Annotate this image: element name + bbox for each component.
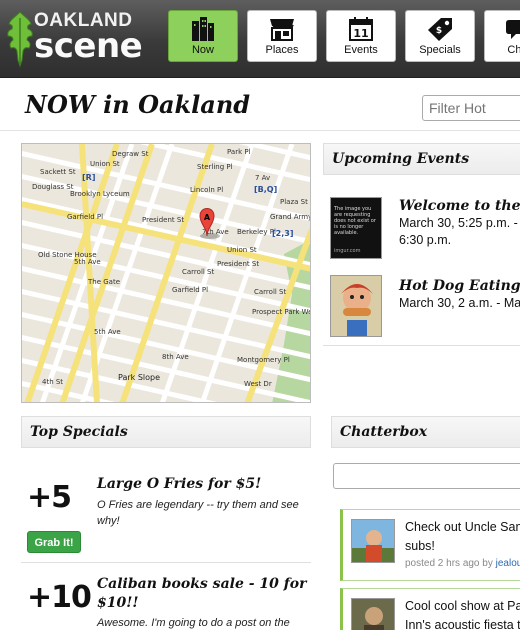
- svg-text:Berkeley Pl: Berkeley Pl: [237, 228, 276, 236]
- event-time: March 30, 5:25 p.m. - 6:30 p.m.: [399, 216, 518, 247]
- svg-text:Park Pl: Park Pl: [227, 148, 251, 156]
- svg-text:President St: President St: [217, 260, 259, 268]
- top-bar: OAKLAND scene Now Places 11 Events $ Spe…: [0, 0, 520, 78]
- calendar-icon: 11: [349, 17, 373, 41]
- nav-now-label: Now: [191, 44, 214, 56]
- nav-now-button[interactable]: Now: [168, 10, 238, 62]
- svg-text:Garfield Pl: Garfield Pl: [67, 213, 103, 221]
- event-item[interactable]: The image you are requesting does not ex…: [323, 190, 520, 265]
- calendar-badge: 11: [353, 27, 368, 40]
- event-thumbnail[interactable]: The image you are requesting does not ex…: [330, 197, 382, 259]
- special-description: O Fries are legendary -- try them and se…: [97, 499, 299, 527]
- svg-text:Union St: Union St: [90, 160, 120, 168]
- nav-chat-label: Chat: [507, 44, 520, 56]
- special-description: Awesome. I'm going to do a post on the: [97, 617, 290, 629]
- svg-text:Plaza St: Plaza St: [280, 198, 308, 206]
- svg-text:Park Slope: Park Slope: [118, 373, 160, 382]
- user-avatar[interactable]: [351, 598, 395, 630]
- brand-logo[interactable]: OAKLAND scene: [4, 6, 154, 70]
- chat-message[interactable]: Check out Uncle Sam subs! posted 2 hrs a…: [340, 509, 520, 581]
- event-time: March 30, 2 a.m. - Ma: [399, 296, 520, 310]
- brand-line2: scene: [34, 26, 143, 66]
- title-divider: [0, 130, 520, 131]
- buildings-icon: [192, 17, 214, 41]
- chatterbox-heading: Chatterbox: [331, 416, 520, 448]
- svg-text:7 Av: 7 Av: [255, 174, 270, 182]
- svg-text:Montgomery Pl: Montgomery Pl: [237, 356, 290, 364]
- grab-it-button[interactable]: Grab It!: [27, 531, 81, 553]
- svg-text:President St: President St: [142, 216, 184, 224]
- nav-chat-button[interactable]: Chat: [484, 10, 520, 62]
- svg-text:4th St: 4th St: [42, 378, 63, 386]
- svg-text:The Gate: The Gate: [87, 278, 120, 286]
- svg-text:[2,3]: [2,3]: [272, 229, 293, 238]
- chat-message-input[interactable]: [333, 463, 520, 489]
- nav-events-label: Events: [344, 44, 378, 56]
- svg-text:A: A: [204, 213, 211, 222]
- specials-divider: [21, 562, 311, 563]
- special-item[interactable]: +10 Caliban books sale - 10 for $10!! Aw…: [21, 572, 311, 630]
- nav-places-button[interactable]: Places: [247, 10, 317, 62]
- events-divider: [323, 345, 520, 346]
- special-points: +10: [27, 580, 92, 615]
- neighborhood-map[interactable]: Union St Union St Brooklyn Lyceum Degraw…: [21, 143, 311, 403]
- svg-text:Douglass St: Douglass St: [32, 183, 74, 191]
- svg-text:Sackett St: Sackett St: [40, 168, 76, 176]
- filter-hot-input[interactable]: [422, 95, 520, 121]
- svg-text:Brooklyn Lyceum: Brooklyn Lyceum: [70, 190, 130, 198]
- user-avatar[interactable]: [351, 519, 395, 563]
- event-title[interactable]: Welcome to the 21: [399, 198, 520, 214]
- svg-text:$: $: [436, 26, 442, 36]
- tag-icon: $: [428, 18, 452, 41]
- svg-text:Sterling Pl: Sterling Pl: [197, 163, 233, 171]
- chat-message-text: Cool cool show at Pa Inn's acoustic fies…: [405, 599, 520, 630]
- chat-user-link[interactable]: jealou: [496, 558, 520, 569]
- chat-message[interactable]: Cool cool show at Pa Inn's acoustic fies…: [340, 588, 520, 630]
- event-thumbnail[interactable]: [330, 275, 382, 337]
- event-title[interactable]: Hot Dog Eating Co: [399, 278, 520, 294]
- svg-text:5th Ave: 5th Ave: [74, 258, 101, 266]
- special-title[interactable]: Large O Fries for $5!: [97, 475, 307, 494]
- upcoming-events-heading: Upcoming Events: [323, 143, 520, 175]
- chat-message-text: Check out Uncle Sam subs!: [405, 520, 520, 553]
- app-root: OAKLAND scene Now Places 11 Events $ Spe…: [0, 0, 520, 630]
- nav-places-label: Places: [265, 44, 299, 56]
- special-title[interactable]: Caliban books sale - 10 for $10!!: [97, 575, 307, 613]
- svg-text:[B,Q]: [B,Q]: [254, 185, 277, 194]
- nav-events-button[interactable]: 11 Events: [326, 10, 396, 62]
- svg-text:Prospect Park West: Prospect Park West: [252, 308, 311, 316]
- svg-text:Union St: Union St: [227, 246, 257, 254]
- map-canvas: Union St Union St Brooklyn Lyceum Degraw…: [22, 144, 311, 402]
- special-points: +5: [27, 480, 72, 515]
- svg-text:Grand Army Plaza: Grand Army Plaza: [270, 213, 311, 221]
- nav-specials-label: Specials: [419, 44, 461, 56]
- svg-text:8th Ave: 8th Ave: [162, 353, 189, 361]
- event-item[interactable]: Hot Dog Eating Co March 30, 2 a.m. - Ma: [323, 268, 520, 343]
- svg-text:5th Ave: 5th Ave: [94, 328, 121, 336]
- storefront-icon: [270, 19, 294, 41]
- chat-icon: [506, 20, 520, 39]
- nav-specials-button[interactable]: $ Specials: [405, 10, 475, 62]
- svg-text:Carroll St: Carroll St: [182, 268, 214, 276]
- chat-message-meta: posted 2 hrs ago by jealou: [405, 558, 520, 569]
- top-specials-heading: Top Specials: [21, 416, 311, 448]
- svg-text:Garfield Pl: Garfield Pl: [172, 286, 208, 294]
- svg-text:[R]: [R]: [82, 173, 95, 182]
- svg-text:Degraw St: Degraw St: [112, 150, 149, 158]
- svg-text:Carroll St: Carroll St: [254, 288, 286, 296]
- svg-text:West Dr: West Dr: [244, 380, 272, 388]
- special-item[interactable]: +5 Large O Fries for $5! O Fries are leg…: [21, 470, 311, 560]
- oak-leaf-icon: [7, 11, 33, 68]
- page-title: NOW in Oakland: [25, 90, 251, 119]
- svg-text:Lincoln Pl: Lincoln Pl: [190, 186, 223, 194]
